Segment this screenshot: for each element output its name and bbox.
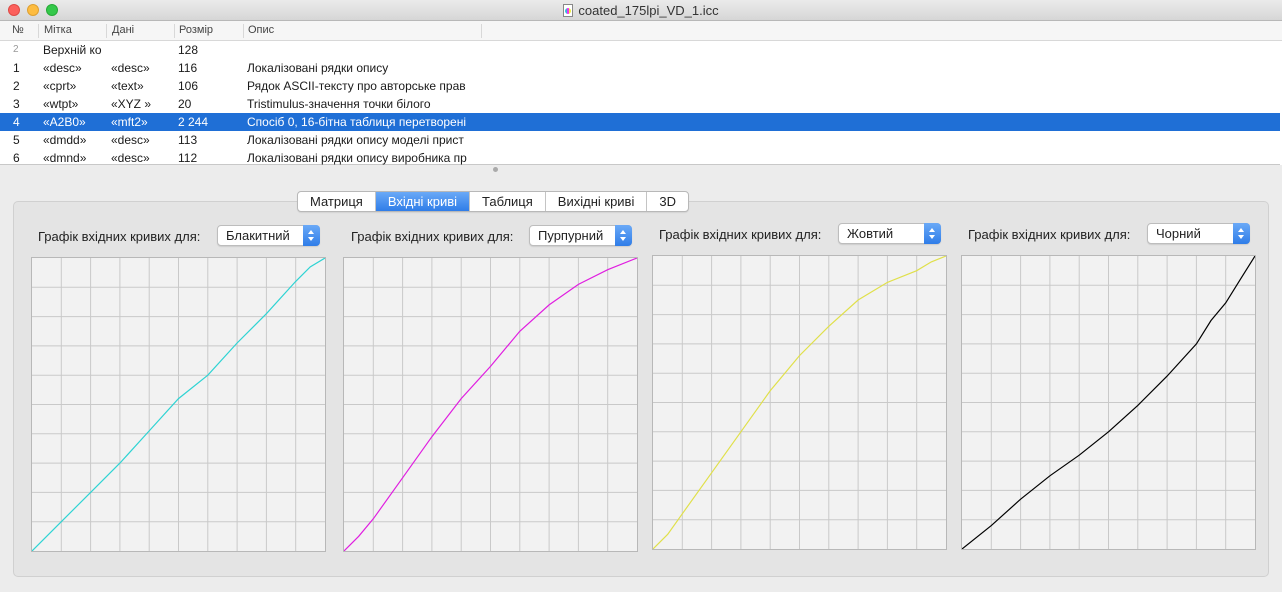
table-row[interactable]: 1 «desc» «desc» 116 Локалізовані рядки опису <box>0 59 1282 77</box>
table-row[interactable]: 2 Верхній ко 128 <box>0 41 1282 59</box>
row-data-type: «XYZ » <box>111 97 152 111</box>
curve-label-yellow: Графік вхідних кривих для: <box>659 227 822 242</box>
tab-matrix[interactable]: Матриця <box>298 192 376 211</box>
column-header-data[interactable]: Дані <box>108 24 175 38</box>
table-row[interactable]: 2 «cprt» «text» 106 Рядок ASCII-тексту про а… <box>0 77 1282 95</box>
row-size: 20 <box>178 97 192 111</box>
row-size: 128 <box>178 43 199 57</box>
tab-input-curves[interactable]: Вхідні криві <box>375 192 471 211</box>
channel-select-value: Пурпурний <box>538 228 604 243</box>
tag-table: № Мітка Дані Розмір Опис 2 Верхній ко 128 1… <box>0 21 1282 165</box>
curve-graph-black <box>961 255 1256 550</box>
channel-select-value: Жовтий <box>847 226 894 241</box>
row-size: 113 <box>178 133 198 147</box>
column-header-tag[interactable]: Мітка <box>40 24 107 38</box>
row-number: 6 <box>13 151 20 165</box>
table-row[interactable]: 5 «dmdd» «desc» 113 Локалізовані рядки опису… <box>0 131 1282 149</box>
row-number: 1 <box>13 61 20 75</box>
row-tag: «cprt» <box>43 79 77 93</box>
row-tag: «desc» <box>43 61 82 75</box>
tab-output-curves[interactable]: Вихідні криві <box>546 192 648 211</box>
curve-label-black: Графік вхідних кривих для: <box>968 227 1131 242</box>
curve-graph-cyan <box>31 257 326 552</box>
row-tag: «A2B0» <box>43 115 86 129</box>
curve-graph-magenta <box>343 257 638 552</box>
row-description: Локалізовані рядки опису <box>247 61 389 75</box>
column-header-description[interactable]: Опис <box>244 24 482 38</box>
table-header: № Мітка Дані Розмір Опис <box>0 21 1282 41</box>
row-tag: «wtpt» <box>43 97 79 111</box>
row-description: Спосіб 0, 16-бітна таблиця перетворені <box>247 115 467 129</box>
curve-label-magenta: Графік вхідних кривих для: <box>351 229 514 244</box>
channel-select-magenta[interactable]: Пурпурний <box>529 225 632 246</box>
row-size: 2 244 <box>178 115 209 129</box>
channel-select-yellow[interactable]: Жовтий <box>838 223 941 244</box>
row-tag: Верхній ко <box>43 43 102 57</box>
updown-arrows-icon <box>615 225 632 246</box>
row-size: 106 <box>178 79 199 93</box>
column-header-size[interactable]: Розмір <box>175 24 244 38</box>
app-window: coated_175lpi_VD_1.icc № Мітка Дані Розм… <box>0 0 1282 592</box>
curve-plot <box>962 256 1255 549</box>
title-bar: coated_175lpi_VD_1.icc <box>0 0 1282 21</box>
row-data-type: «desc» <box>111 61 150 75</box>
row-tag: «dmnd» <box>43 151 87 165</box>
channel-select-value: Чорний <box>1156 226 1201 241</box>
row-data-type: «desc» <box>111 133 150 147</box>
curve-plot <box>344 258 637 551</box>
channel-select-value: Блакитний <box>226 228 290 243</box>
window-title-area: coated_175lpi_VD_1.icc <box>0 3 1282 18</box>
row-size: 112 <box>178 151 198 165</box>
row-data-type: «text» <box>111 79 144 93</box>
table-row[interactable]: 4 «A2B0» «mft2» 2 244 Спосіб 0, 16-бітна таб… <box>0 113 1282 131</box>
channel-select-cyan[interactable]: Блакитний <box>217 225 320 246</box>
table-row[interactable]: 6 «dmnd» «desc» 112 Локалізовані рядки опису… <box>0 149 1282 167</box>
curve-label-cyan: Графік вхідних кривих для: <box>38 229 201 244</box>
icc-file-icon <box>563 4 574 17</box>
row-number: 4 <box>13 115 20 129</box>
tab-table[interactable]: Таблиця <box>470 192 546 211</box>
tab-3d[interactable]: 3D <box>647 192 688 211</box>
curve-plot <box>653 256 946 549</box>
row-number: 2 <box>13 79 20 93</box>
updown-arrows-icon <box>303 225 320 246</box>
channel-select-black[interactable]: Чорний <box>1147 223 1250 244</box>
row-description: Tristimulus-значення точки білого <box>247 97 431 111</box>
table-row[interactable]: 3 «wtpt» «XYZ » 20 Tristimulus-значення точк… <box>0 95 1282 113</box>
window-title: coated_175lpi_VD_1.icc <box>578 3 719 18</box>
row-number: 3 <box>13 97 20 111</box>
view-tabs: Матриця Вхідні криві Таблиця Вихідні криві 3… <box>297 191 689 212</box>
row-number: 2 <box>13 44 19 55</box>
column-header-num[interactable]: № <box>8 24 39 38</box>
updown-arrows-icon <box>1233 223 1250 244</box>
row-size: 116 <box>178 61 198 75</box>
curve-plot <box>32 258 325 551</box>
split-view-divider-handle[interactable] <box>493 167 498 172</box>
row-data-type: «mft2» <box>111 115 148 129</box>
curve-graph-yellow <box>652 255 947 550</box>
row-tag: «dmdd» <box>43 133 87 147</box>
row-number: 5 <box>13 133 20 147</box>
row-description: Локалізовані рядки опису виробника пр <box>247 151 467 165</box>
row-description: Рядок ASCII-тексту про авторське прав <box>247 79 466 93</box>
row-description: Локалізовані рядки опису моделі прист <box>247 133 464 147</box>
updown-arrows-icon <box>924 223 941 244</box>
row-data-type: «desc» <box>111 151 150 165</box>
